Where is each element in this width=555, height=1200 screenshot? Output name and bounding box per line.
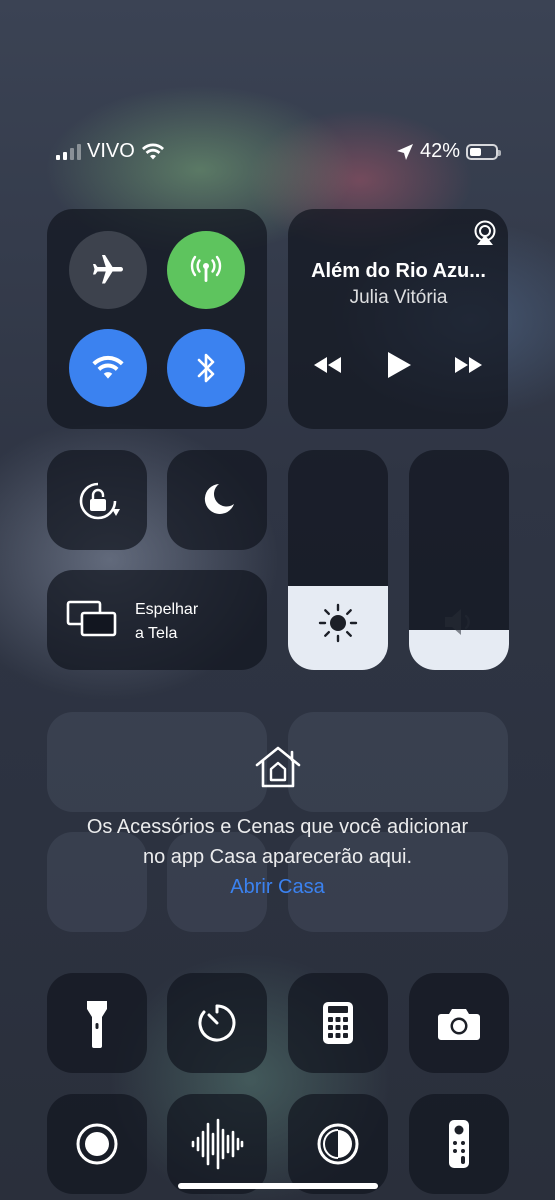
home-empty-message: Os Acessórios e Cenas que você adicionar…	[86, 816, 469, 868]
flashlight-button[interactable]	[47, 973, 147, 1073]
voice-memo-icon	[191, 1118, 244, 1170]
dark-mode-icon	[317, 1123, 359, 1165]
antenna-icon	[190, 255, 222, 282]
battery-percentage: 42%	[419, 140, 460, 162]
timer-icon	[198, 1004, 236, 1042]
volume-slider[interactable]	[409, 450, 509, 670]
brightness-slider[interactable]	[288, 450, 388, 670]
camera-button[interactable]	[409, 973, 509, 1073]
rewind-button[interactable]	[312, 355, 342, 375]
home-placeholder-tile	[47, 712, 267, 812]
status-bar: VIVO 42%	[0, 140, 555, 170]
open-home-link[interactable]: Abrir Casa	[0, 876, 555, 899]
bluetooth-toggle[interactable]	[167, 329, 245, 407]
camera-icon	[438, 1009, 480, 1040]
cellular-data-toggle[interactable]	[167, 231, 245, 309]
screen-record-icon	[76, 1123, 118, 1165]
home-icon	[255, 746, 301, 788]
now-playing-artist: Julia Vitória	[349, 287, 448, 308]
voice-memo-button[interactable]	[167, 1094, 267, 1194]
home-indicator[interactable]	[178, 1183, 378, 1189]
speaker-icon	[445, 609, 470, 635]
battery-icon	[466, 143, 501, 160]
wifi-toggle[interactable]	[69, 329, 147, 407]
flashlight-icon	[87, 1001, 107, 1048]
home-placeholder-tile	[288, 712, 508, 812]
cellular-signal-icon	[56, 143, 81, 160]
screen-record-button[interactable]	[47, 1094, 147, 1194]
rotation-lock-icon	[79, 482, 120, 520]
screen-mirroring-label: Espelhar a Tela	[135, 601, 199, 642]
moon-icon	[204, 484, 234, 514]
airplay-icon[interactable]	[471, 220, 499, 246]
apple-tv-remote-button[interactable]	[409, 1094, 509, 1194]
airplane-icon	[93, 255, 123, 284]
apple-tv-remote-icon	[449, 1120, 469, 1168]
do-not-disturb-button[interactable]	[167, 450, 267, 550]
wifi-icon	[92, 355, 124, 379]
brightness-icon	[318, 603, 358, 643]
bluetooth-icon	[197, 353, 215, 383]
wifi-status-icon	[141, 142, 164, 159]
calculator-button[interactable]	[288, 973, 388, 1073]
timer-button[interactable]	[167, 973, 267, 1073]
play-button[interactable]	[385, 350, 413, 380]
calculator-icon	[323, 1002, 353, 1044]
fast-forward-button[interactable]	[454, 355, 484, 375]
rotation-lock-button[interactable]	[47, 450, 147, 550]
location-icon	[396, 143, 413, 160]
dark-mode-button[interactable]	[288, 1094, 388, 1194]
screen-mirroring-icon	[66, 600, 117, 637]
airplane-mode-toggle[interactable]	[69, 231, 147, 309]
now-playing-title: Além do Rio Azu...	[311, 260, 486, 282]
carrier-name: VIVO	[87, 140, 135, 162]
